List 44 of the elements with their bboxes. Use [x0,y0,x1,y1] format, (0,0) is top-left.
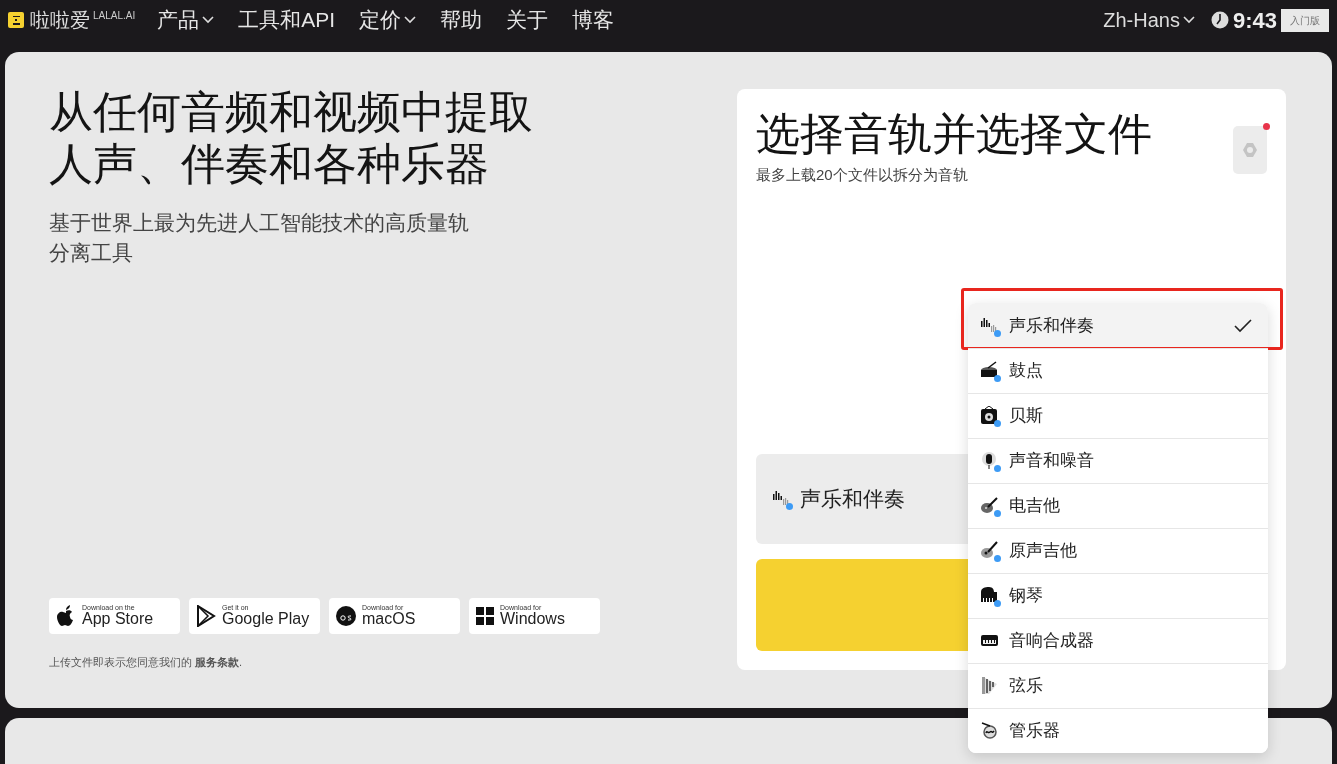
electric-guitar-icon [980,496,1000,516]
play-icon [196,604,216,627]
caret-icon [1182,16,1195,24]
track-option[interactable]: 声乐和伴奏 [968,303,1268,348]
harp-icon [980,676,1000,696]
windows-icon [476,606,494,625]
caret-icon [404,16,417,24]
track-option[interactable]: 鼓点 [968,348,1268,393]
acoustic-guitar-icon [980,541,1000,561]
language-selector[interactable]: Zh-Hans [1103,5,1195,35]
track-option[interactable]: 原声吉他 [968,528,1268,573]
track-option[interactable]: 声音和噪音 [968,438,1268,483]
nav-link[interactable]: 产品 [157,4,215,36]
time-remaining: 9:43 [1232,6,1277,35]
card-title: 选择音轨并选择文件 [756,108,1152,160]
horn-icon [980,721,1000,741]
hero-title: 从任何音频和视频中提取人声、伴奏和各种乐器 [49,86,534,190]
track-option[interactable]: 钢琴 [968,573,1268,618]
nav-link[interactable]: 博客 [572,4,615,36]
track-label: 声乐和伴奏 [800,486,905,513]
macos-icon [336,605,356,626]
nav-link[interactable]: 帮助 [440,4,483,36]
apple-icon [56,604,76,627]
track-option[interactable]: 贝斯 [968,393,1268,438]
track-option[interactable]: 弦乐 [968,663,1268,708]
nav-link[interactable]: 关于 [506,4,549,36]
logo-text[interactable]: 啦啦爱 [30,5,90,35]
settings-icon [1242,142,1258,158]
terms-text: 上传文件即表示您同意我们的 服务条款. [49,654,244,670]
checkmark-icon [1234,318,1252,333]
amplifier-icon [980,406,1000,426]
hero-subtitle: 基于世界上最为先进人工智能技术的高质量轨分离工具 [49,210,470,266]
track-option[interactable]: 电吉他 [968,483,1268,528]
plan-badge[interactable]: 入门版 [1281,8,1329,32]
caret-icon [202,16,215,24]
card-subtitle: 最多上载20个文件以拆分为音轨 [756,165,969,185]
track-option[interactable]: 音响合成器 [968,618,1268,663]
settings-button[interactable] [1233,126,1267,174]
logo-superscript: LALAL.AI [93,9,136,23]
clock-icon [1210,11,1229,29]
nav-link[interactable]: 工具和API [238,4,336,36]
logo-icon [8,12,24,28]
nav-link[interactable]: 定价 [359,4,417,36]
track-option[interactable]: 管乐器 [968,708,1268,753]
